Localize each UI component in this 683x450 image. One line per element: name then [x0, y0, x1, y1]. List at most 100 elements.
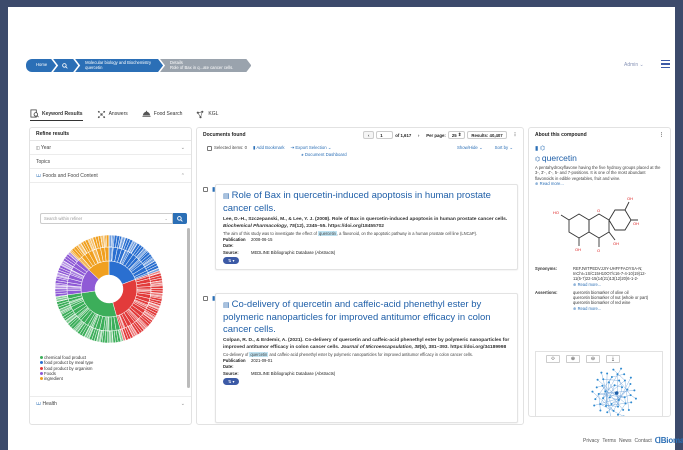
graph-node[interactable]	[626, 388, 629, 391]
select-all[interactable]: Selected items: 0	[207, 145, 247, 151]
graph-node[interactable]	[629, 383, 632, 386]
graph-node[interactable]	[623, 379, 626, 382]
zoom-in-icon[interactable]: ⊕	[566, 355, 580, 363]
biomax-logo[interactable]: ᗡBiomax	[655, 436, 683, 445]
result-2-share-button[interactable]: ⇅ ▾	[223, 378, 240, 386]
graph-node[interactable]	[593, 404, 596, 407]
facet-topics[interactable]: Topics	[30, 155, 191, 169]
read-more-link[interactable]: ⊕ Read more...	[573, 306, 601, 311]
graph-node[interactable]	[595, 386, 598, 389]
network-graph[interactable]	[536, 366, 662, 417]
result-2-checkbox[interactable]	[203, 296, 208, 301]
graph-node[interactable]	[629, 376, 632, 379]
result-1-checkbox[interactable]	[203, 187, 208, 192]
add-bookmark-button[interactable]: ▮ Add Bookmark	[253, 145, 285, 151]
result-1-share-button[interactable]: ⇅ ▾	[223, 257, 240, 265]
download-icon[interactable]: ⤓	[606, 355, 620, 363]
graph-node[interactable]	[602, 397, 605, 400]
sunburst-segment[interactable]	[54, 284, 68, 290]
graph-node[interactable]	[596, 378, 599, 381]
graph-node[interactable]	[630, 401, 633, 404]
admin-menu[interactable]: Admin ⌄	[624, 62, 644, 68]
graph-node[interactable]	[616, 373, 619, 376]
graph-node[interactable]	[597, 392, 600, 395]
facet-health[interactable]: ⩊ Health ⌄	[30, 396, 191, 410]
document-dashboard-button[interactable]: ◕ Document Dashboard	[301, 152, 513, 157]
result-card-1[interactable]: ▤ Role of Bax in quercetin-induced apopto…	[215, 184, 518, 271]
facet-year[interactable]: ◫ Year ⌄	[30, 141, 191, 155]
graph-node[interactable]	[607, 381, 610, 384]
export-selection-button[interactable]: ⇥ Export Selection ⌄	[291, 145, 332, 151]
breadcrumb-home[interactable]: Home	[26, 59, 56, 72]
graph-node[interactable]	[616, 405, 619, 408]
graph-node[interactable]	[614, 391, 619, 395]
graph-node[interactable]	[622, 415, 625, 417]
more-options-icon[interactable]: ⋮	[659, 132, 664, 138]
read-more-link[interactable]: ⊕ Read more...	[535, 181, 564, 186]
compound-graph-viewer[interactable]: ⟐ ⊕ ⊖ ⤓	[535, 351, 663, 417]
graph-node[interactable]	[612, 368, 615, 371]
sunburst-segment[interactable]	[150, 285, 164, 289]
privacy-link[interactable]: Privacy	[583, 438, 599, 444]
graph-node[interactable]	[600, 371, 603, 374]
refiner-search-input[interactable]: Search within refiner ⌄	[40, 213, 173, 224]
graph-node[interactable]	[613, 384, 616, 387]
reset-icon[interactable]: ⟐	[546, 355, 560, 363]
graph-node[interactable]	[602, 378, 605, 381]
graph-node[interactable]	[616, 413, 619, 416]
refine-scrollbar[interactable]	[187, 228, 190, 388]
graph-node[interactable]	[610, 375, 613, 378]
breadcrumb-search[interactable]	[53, 59, 78, 72]
result-2-title[interactable]: ▤ Co-delivery of quercetin and caffeic-ac…	[223, 299, 510, 336]
result-card-2[interactable]: ▤ Co-delivery of quercetin and caffeic-ac…	[215, 293, 518, 423]
compound-name[interactable]: ⌬ quercetin	[529, 153, 670, 163]
hamburger-icon[interactable]	[661, 60, 670, 68]
graph-node[interactable]	[594, 398, 597, 401]
graph-node[interactable]	[591, 390, 594, 393]
graph-node[interactable]	[623, 396, 626, 399]
checkbox[interactable]	[207, 145, 212, 151]
graph-node[interactable]	[606, 411, 609, 414]
graph-node[interactable]	[633, 389, 636, 392]
breadcrumb-details[interactable]: Details Role of Bax in q...ate cancer ce…	[160, 59, 251, 72]
zoom-out-icon[interactable]: ⊖	[586, 355, 600, 363]
graph-node[interactable]	[606, 372, 609, 375]
next-page-button[interactable]: ›	[413, 131, 424, 139]
news-link[interactable]: News	[619, 438, 632, 444]
bookmark-icon[interactable]: ▮	[535, 146, 538, 152]
more-options-icon[interactable]: ⋮	[513, 132, 517, 138]
per-page-select[interactable]: 25 ⇕	[447, 131, 466, 139]
sort-by-button[interactable]: Sort by ⌄	[495, 145, 513, 151]
tab-answers[interactable]: Answers	[97, 107, 128, 121]
graph-node[interactable]	[610, 402, 613, 405]
molecule-icon[interactable]: ⌬	[540, 146, 545, 152]
graph-node[interactable]	[601, 384, 604, 387]
show-hide-button[interactable]: Show/Hide ⌄	[457, 145, 483, 151]
result-1-title[interactable]: ▤ Role of Bax in quercetin-induced apopto…	[223, 190, 510, 215]
graph-node[interactable]	[610, 416, 612, 417]
page-input[interactable]: 1	[376, 131, 394, 139]
tab-food-search[interactable]: Food Search	[142, 107, 182, 121]
graph-node[interactable]	[599, 403, 602, 406]
graph-node[interactable]	[617, 399, 620, 402]
sunburst-segment[interactable]	[108, 234, 114, 248]
graph-node[interactable]	[604, 390, 607, 393]
graph-node[interactable]	[629, 394, 632, 397]
sunburst-segment[interactable]	[105, 234, 110, 248]
tab-keyword-results[interactable]: Keyword Results	[30, 107, 83, 121]
facet-foods[interactable]: ⩊ Foods and Food Content ⌃	[30, 169, 191, 183]
graph-node[interactable]	[605, 404, 608, 407]
read-more-link[interactable]: ⊕ Read more...	[573, 282, 601, 287]
graph-node[interactable]	[599, 409, 602, 412]
terms-link[interactable]: Terms	[602, 438, 616, 444]
graph-node[interactable]	[627, 408, 630, 411]
graph-node[interactable]	[621, 386, 624, 389]
food-sunburst-chart[interactable]	[39, 227, 179, 347]
refiner-search-button[interactable]	[173, 213, 187, 224]
prev-page-button[interactable]: ‹	[363, 131, 375, 139]
breadcrumb-topic[interactable]: Molecular biology and Biochemistry querc…	[75, 59, 163, 72]
tab-kgl[interactable]: KGL	[196, 107, 218, 121]
graph-node[interactable]	[612, 409, 615, 412]
graph-node[interactable]	[620, 367, 623, 370]
graph-node[interactable]	[608, 396, 611, 399]
